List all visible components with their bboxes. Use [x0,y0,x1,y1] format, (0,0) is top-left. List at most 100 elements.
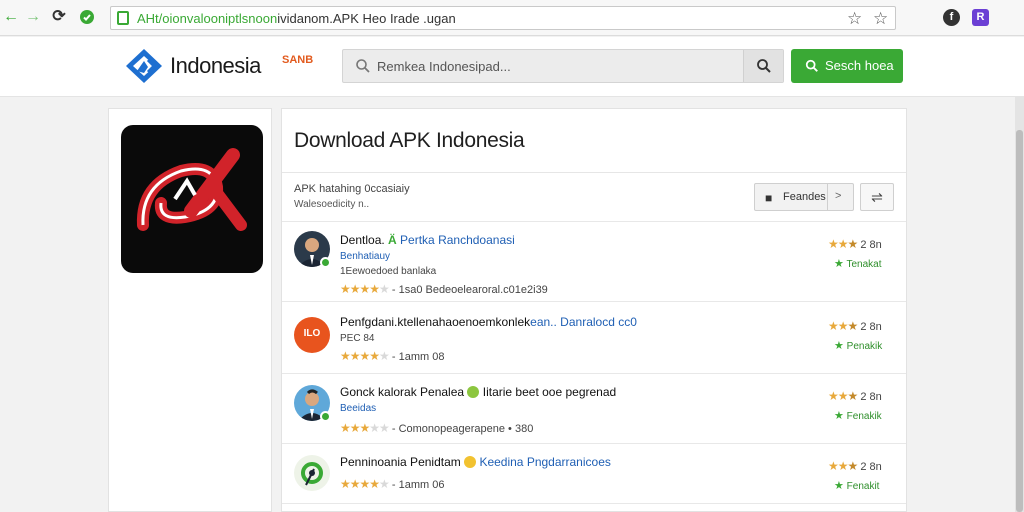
item-developer[interactable]: PEC 84 [340,333,374,344]
forward-icon[interactable]: → [24,7,42,27]
item-meta: ★★★★★ - Comonopeagerapene • 380 [340,421,533,435]
lock-icon [117,11,129,25]
list-item[interactable]: ILO Penfgdani.ktellenahaoenoemkonlekean.… [282,301,906,373]
item-rating: ★★★ 2 8n [828,237,882,251]
item-developer[interactable]: Beeidas [340,403,376,414]
main-content: Download APK Indonesia APK hatahing 0cca… [281,108,907,512]
item-description: 1Eewoedoed banlaka [340,266,437,277]
star-rating-icon: ★★★★★ [340,477,390,491]
search-field[interactable]: Remkea Indonesipad... [342,49,784,83]
item-title-text: Penninoania Penidtam [340,455,461,469]
list-item[interactable]: Gonck kalorak Penalea Iitarie beet ooe p… [282,373,906,443]
item-developer[interactable]: Benhatiauy [340,251,390,262]
site-header: Indonesia SANB Remkea Indonesipad... Ses… [0,37,1024,97]
item-title-text: Dentloa. [340,233,385,247]
emoji-icon [467,386,480,398]
star-rating-icon: ★★★ [828,459,858,473]
logo-text[interactable]: Indonesia [170,53,261,79]
scrollbar-thumb[interactable] [1016,130,1023,512]
item-rating: ★★★ 2 8n [828,459,882,473]
profile-icon[interactable]: R [972,9,989,26]
star-rating-icon: ★★★ [828,389,858,403]
chevron-right-icon: > [835,190,842,202]
item-title-text: Penfgdani.ktellenahaoenoemkonlek [340,315,531,329]
bookmark-star-icon[interactable]: ☆ [873,9,888,29]
item-rating: ★★★ 2 8n [828,389,882,403]
divider [827,184,828,210]
url-text: AHt/oionvalooniptlsnoonividanom.APK Heo … [137,11,456,26]
star-rating-icon: ★★★ [828,319,858,333]
item-rating-value: 2 8n [860,321,882,333]
install-label: Fenakik [846,411,882,422]
app-logo-text: ILO [303,328,321,339]
page-title: Download APK Indonesia [294,129,525,152]
item-title-text: Gonck kalorak Penalea [340,385,465,399]
star-rating-icon: ★★★★★ [340,282,390,296]
reload-icon[interactable]: ⟳ [50,7,68,27]
search-submit-button[interactable] [743,50,783,82]
filter-label: Feandes [783,191,826,203]
url-path: ividanom.APK Heo Irade .ugan [277,11,456,26]
browser-toolbar: ← → ⟳ AHt/oionvalooniptlsnoonividanom.AP… [0,0,1024,36]
search-button-label: Sesch hoea [825,58,894,73]
item-title[interactable]: Penninoania Penidtam Keedina Pngdarranic… [340,455,611,469]
item-meta: ★★★★★ - 1sa0 Bedeoelearoral.c01e2i39 [340,282,548,296]
item-rating: ★★★ 2 8n [828,319,882,333]
install-label: Tenakat [846,259,882,270]
extension-icon[interactable]: f [943,9,960,26]
item-rating-value: 2 8n [860,391,882,403]
address-bar[interactable]: AHt/oionvalooniptlsnoonividanom.APK Heo … [110,6,896,30]
item-title[interactable]: Gonck kalorak Penalea Iitarie beet ooe p… [340,385,616,399]
star-icon: ★ [834,480,844,492]
logo-icon[interactable] [124,47,164,90]
item-meta-text: - 1sa0 Bedeoelearoral.c01e2i39 [391,284,548,296]
list-item[interactable]: Penninoania Penidtam Keedina Pngdarranic… [282,443,906,503]
item-meta-text: - Comonopeagerapene • 380 [391,423,534,435]
search-icon [805,59,818,72]
description-line: APK hatahing 0ccasiaiy [294,183,410,195]
install-label: Fenakit [846,481,880,492]
star-rating-icon: ★★★★★ [340,349,390,363]
home-icon[interactable] [78,7,96,27]
app-logo-icon [294,455,330,491]
search-icon [356,59,370,73]
item-title[interactable]: Penfgdani.ktellenahaoenoemkonlekean.. Da… [340,315,637,329]
app-sidebar [108,108,272,512]
back-icon[interactable]: ← [2,7,20,27]
divider [282,172,906,173]
star-icon: ★ [834,340,844,352]
item-meta-text: - 1amm 06 [391,479,445,491]
logo-badge: SANB [282,54,314,66]
item-rating-value: 2 8n [860,239,882,251]
item-meta: ★★★★★ - 1amm 06 [340,477,444,491]
emoji-icon [464,456,477,468]
verified-badge-icon [320,411,331,422]
search-button[interactable]: Sesch hoea [791,49,903,83]
search-icon [757,59,771,73]
item-meta: ★★★★★ - 1amm 08 [340,349,444,363]
item-title-highlight: Pertka Ranchdoanasi [396,233,515,247]
install-link[interactable]: ★ Penakik [834,339,882,352]
install-link[interactable]: ★ Tenakat [834,257,882,270]
install-link[interactable]: ★ Fenakit [834,479,879,492]
app-icon[interactable] [121,125,263,273]
search-input[interactable]: Remkea Indonesipad... [377,59,511,74]
item-meta-text: - 1amm 08 [391,351,445,363]
sort-button[interactable]: ⇌ [860,183,894,211]
divider [282,503,906,504]
item-title-highlight: ean.. Danralocd cc0 [530,315,637,329]
item-rating-value: 2 8n [860,461,882,473]
description-line: Walesoedicity n.. [294,199,370,210]
filter-icon: ■ [765,191,773,205]
star-rating-icon: ★★★ [828,237,858,251]
star-rating-icon: ★★★★★ [340,421,390,435]
filter-dropdown[interactable]: ■ Feandes > [754,183,854,211]
item-title-mark: Ä [388,233,397,247]
bookmark-outline-icon[interactable]: ☆ [847,9,862,29]
item-title[interactable]: Dentloa. Ä Pertka Ranchdoanasi [340,233,515,247]
item-title-highlight: Keedina Pngdarranicoes [476,455,611,469]
install-link[interactable]: ★ Fenakik [834,409,882,422]
list-item[interactable]: Dentloa. Ä Pertka Ranchdoanasi Benhatiau… [282,221,906,301]
star-icon: ★ [834,258,844,270]
app-logo-icon: ILO [294,317,330,353]
